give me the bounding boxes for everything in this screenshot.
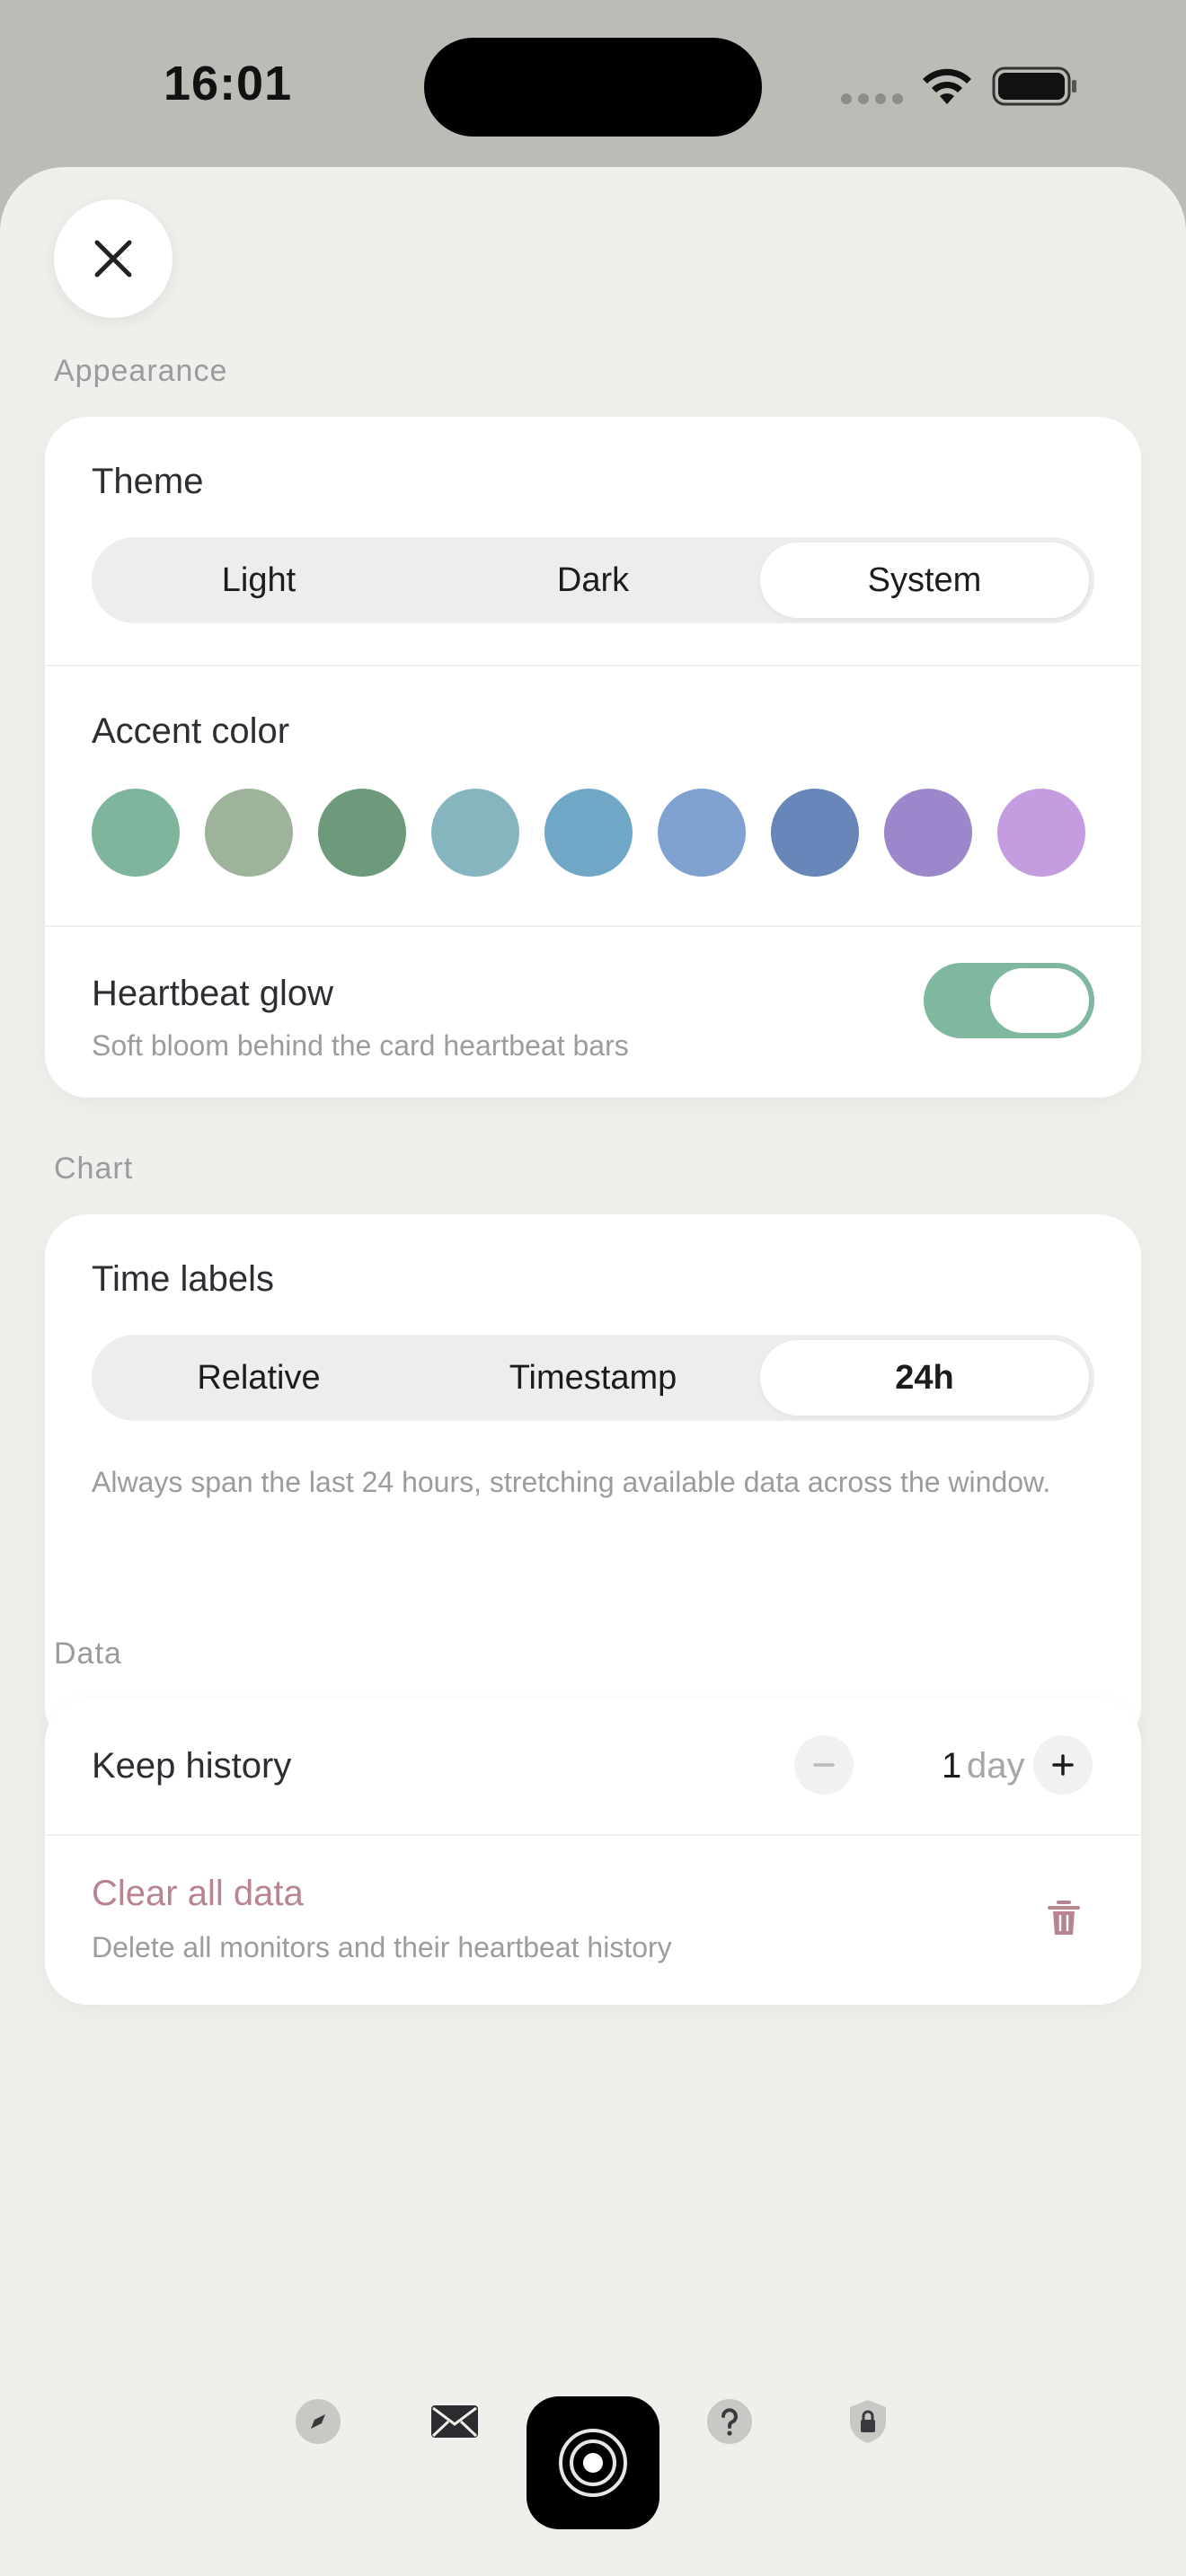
accent-swatch[interactable] [318,789,406,877]
battery-icon [992,66,1076,106]
app-icon-button[interactable] [527,2396,659,2529]
accent-swatch[interactable] [997,789,1085,877]
theme-segmented-control: Light Dark System [92,537,1094,623]
help-icon[interactable] [704,2396,755,2447]
keep-history-value: 1 [942,1746,962,1786]
privacy-shield-icon[interactable] [843,2396,893,2447]
data-card: Keep history 1 day Clear all data Delete… [45,1699,1141,2005]
heartbeat-glow-subtitle: Soft bloom behind the card heartbeat bar… [92,1029,629,1062]
accent-swatch[interactable] [884,789,972,877]
theme-label: Theme [92,462,204,501]
cellular-icon [841,93,903,104]
time-labels-description: Always span the last 24 hours, stretchin… [92,1466,1051,1498]
time-labels-segmented-control: Relative Timestamp 24h [92,1335,1094,1421]
status-time: 16:01 [164,57,293,110]
dynamic-island [424,38,762,137]
heartbeat-glow-toggle[interactable] [924,963,1094,1038]
wifi-icon [923,68,971,104]
accent-color-swatches [92,789,1094,877]
keep-history-unit: day [967,1746,1025,1786]
chart-card: Time labels Relative Timestamp 24h Alway… [45,1214,1141,1750]
chart-section-label: Chart [54,1151,134,1186]
settings-sheet: Appearance Theme Light Dark System Accen… [0,167,1186,2576]
decrement-button[interactable] [794,1735,854,1795]
appearance-section-label: Appearance [54,354,228,388]
divider [45,925,1141,927]
divider [45,665,1141,666]
increment-button[interactable] [1033,1735,1093,1795]
close-icon [94,240,132,278]
time-label-option-timestamp[interactable]: Timestamp [426,1335,760,1421]
clear-all-data-subtitle: Delete all monitors and their heartbeat … [92,1931,672,1963]
close-button[interactable] [54,199,173,318]
minus-icon [813,1763,835,1767]
accent-color-label: Accent color [92,711,290,751]
clear-all-data-title: Clear all data [92,1874,304,1913]
accent-swatch[interactable] [92,789,180,877]
target-icon [559,2429,627,2497]
keep-history-label: Keep history [92,1746,292,1786]
time-labels-label: Time labels [92,1259,275,1299]
data-section-label: Data [54,1636,122,1671]
time-label-option-24h[interactable]: 24h [760,1340,1089,1416]
mail-icon[interactable] [429,2396,480,2447]
accent-swatch[interactable] [771,789,859,877]
accent-swatch[interactable] [544,789,633,877]
status-bar: 16:01 [0,0,1186,171]
accent-swatch[interactable] [658,789,746,877]
trash-icon [1048,1901,1080,1935]
compass-icon[interactable] [293,2396,343,2447]
clear-all-data-row[interactable]: Clear all data Delete all monitors and t… [45,1836,1141,2005]
theme-option-light[interactable]: Light [92,537,426,623]
time-label-option-relative[interactable]: Relative [92,1335,426,1421]
plus-icon [1052,1754,1074,1776]
accent-swatch[interactable] [205,789,293,877]
heartbeat-glow-title: Heartbeat glow [92,974,334,1013]
theme-option-dark[interactable]: Dark [426,537,760,623]
theme-option-system[interactable]: System [760,543,1089,618]
toggle-knob [990,968,1089,1033]
accent-swatch[interactable] [431,789,519,877]
